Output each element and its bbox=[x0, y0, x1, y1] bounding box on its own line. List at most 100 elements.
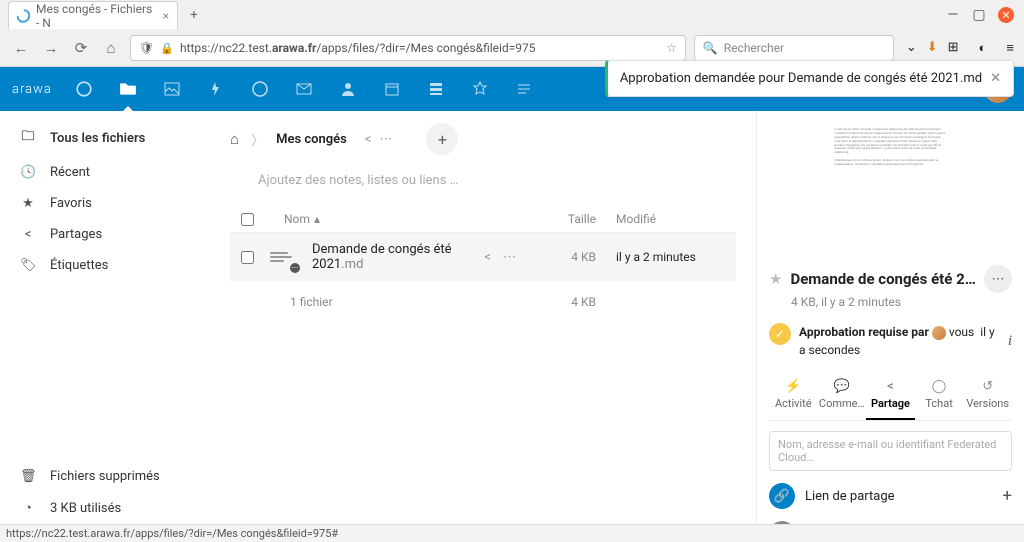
row-more-icon[interactable]: ⋯ bbox=[503, 250, 516, 265]
details-sidebar: Lorem ipsum dolor sit amet, consectetur … bbox=[756, 111, 1024, 524]
app-logo[interactable]: arawa bbox=[12, 82, 52, 97]
download-icon[interactable]: ⬇ bbox=[927, 40, 938, 56]
file-size: 4 KB bbox=[526, 250, 596, 264]
breadcrumb: ⌂ 〉 Mes congés < ⋯ + bbox=[230, 121, 736, 157]
tab-activity[interactable]: ⚡Activité bbox=[769, 373, 818, 420]
bookmark-star-icon[interactable]: ☆ bbox=[666, 41, 677, 55]
nav-home-button[interactable]: ⌂ bbox=[100, 37, 122, 59]
extension-icons: ⌄ ⬇ ⊞ ◐ ≡ bbox=[902, 40, 1014, 56]
app-mail-icon[interactable] bbox=[290, 67, 318, 111]
sidebar-title-row: ★ Demande de congés été 2021.... ⋯ bbox=[769, 265, 1012, 293]
share-link-row[interactable]: 🔗 Lien de partage + bbox=[769, 483, 1012, 509]
new-tab-button[interactable]: + bbox=[184, 5, 204, 25]
file-row[interactable]: ⋯ Demande de congés été 2021.md < ⋯ 4 KB… bbox=[230, 233, 736, 281]
ext-icon-1[interactable]: ⊞ bbox=[948, 40, 959, 56]
nav-favorites[interactable]: ★Favoris bbox=[0, 188, 209, 219]
share-others-row[interactable]: ⋯ Autres utilisateurs ayant accès bbox=[769, 521, 1012, 524]
lock-icon: 🔒 bbox=[160, 42, 174, 55]
tab-close-icon[interactable]: × bbox=[163, 9, 169, 23]
nav-tags[interactable]: 🏷 Étiquettes bbox=[0, 250, 209, 281]
clock-icon: 🕓 bbox=[20, 165, 36, 180]
nav-deleted[interactable]: 🗑Fichiers supprimés bbox=[0, 461, 209, 492]
toast-close-icon[interactable]: ✕ bbox=[990, 71, 1001, 86]
approval-user-avatar bbox=[932, 326, 946, 340]
nav-all-files[interactable]: 🗀 Tous les fichiers bbox=[0, 119, 209, 157]
versions-icon: ↺ bbox=[963, 379, 1012, 394]
new-file-button[interactable]: + bbox=[426, 123, 458, 155]
file-name[interactable]: Demande de congés été 2021.md bbox=[298, 242, 484, 272]
tab-versions[interactable]: ↺Versions bbox=[963, 373, 1012, 420]
nav-forward-button[interactable]: → bbox=[40, 37, 62, 59]
tab-share[interactable]: <Partage bbox=[866, 373, 915, 420]
nav-label: Tous les fichiers bbox=[50, 131, 145, 146]
ext-icon-2[interactable]: ◐ bbox=[979, 40, 987, 56]
breadcrumb-current[interactable]: Mes congés bbox=[276, 132, 347, 147]
row-share-icon[interactable]: < bbox=[484, 250, 491, 265]
window-maximize-icon[interactable]: ▢ bbox=[972, 8, 986, 22]
favorite-star-icon[interactable]: ★ bbox=[769, 270, 782, 288]
browser-search-input[interactable]: 🔍 Rechercher bbox=[694, 35, 894, 61]
app-dashboard-icon[interactable] bbox=[70, 67, 98, 111]
app-approval-icon[interactable] bbox=[466, 67, 494, 111]
nav-shares[interactable]: <Partages bbox=[0, 219, 209, 250]
breadcrumb-more-icon[interactable]: ⋯ bbox=[379, 132, 392, 147]
url-input[interactable]: 🛡 🔒 https://nc22.test.arawa.fr/apps/file… bbox=[130, 35, 686, 61]
file-list-area: ⌂ 〉 Mes congés < ⋯ + Ajoutez des notes, … bbox=[210, 111, 756, 524]
sidebar-tabs: ⚡Activité 💬Comme… <Partage ◯Tchat ↺Versi… bbox=[769, 373, 1012, 421]
nav-label: Fichiers supprimés bbox=[50, 469, 160, 484]
window-close-icon[interactable]: ✕ bbox=[998, 7, 1014, 23]
nav-label: 3 KB utilisés bbox=[50, 501, 121, 516]
nav-label: Étiquettes bbox=[50, 258, 108, 273]
more-icon: ⋯ bbox=[769, 521, 795, 524]
chat-icon: ◯ bbox=[915, 379, 964, 394]
app-calendar-icon[interactable] bbox=[378, 67, 406, 111]
browser-status-bar: https://nc22.test.arawa.fr/apps/files/?d… bbox=[0, 524, 1024, 542]
sidebar-subtitle: 4 KB, il y a 2 minutes bbox=[769, 295, 1012, 309]
window-controls: — ▢ ✕ bbox=[946, 7, 1024, 23]
app-notes-icon[interactable] bbox=[510, 67, 538, 111]
breadcrumb-home-icon[interactable]: ⌂ bbox=[230, 130, 239, 148]
approval-info-icon[interactable]: i bbox=[1008, 333, 1012, 350]
pocket-icon[interactable]: ⌄ bbox=[906, 40, 917, 56]
app-activity-icon[interactable] bbox=[202, 67, 230, 111]
share-search-input[interactable]: Nom, adresse e-mail ou identifiant Feder… bbox=[769, 431, 1012, 471]
app-files-icon[interactable] bbox=[114, 67, 142, 111]
search-placeholder: Rechercher bbox=[724, 41, 784, 55]
app-switcher bbox=[70, 67, 538, 111]
browser-menu-icon[interactable]: ≡ bbox=[1006, 40, 1014, 56]
select-all-checkbox[interactable] bbox=[241, 213, 254, 226]
column-size[interactable]: Taille bbox=[526, 212, 596, 226]
sidebar-filename: Demande de congés été 2021.... bbox=[790, 270, 976, 288]
comment-icon: 💬 bbox=[818, 379, 867, 394]
summary-size: 4 KB bbox=[526, 295, 596, 309]
app-contacts-icon[interactable] bbox=[334, 67, 362, 111]
column-modified[interactable]: Modifié bbox=[596, 212, 736, 226]
folder-notes-input[interactable]: Ajoutez des notes, listes ou liens … bbox=[230, 157, 736, 206]
folder-icon: 🗀 bbox=[20, 127, 36, 149]
tag-icon: 🏷 bbox=[20, 258, 36, 273]
app-talk-icon[interactable] bbox=[246, 67, 274, 111]
browser-tab[interactable]: Mes congés - Fichiers - N × bbox=[8, 1, 178, 29]
file-type-icon: ⋯ bbox=[270, 243, 298, 271]
breadcrumb-sep-icon: 〉 bbox=[251, 130, 264, 149]
link-icon: 🔗 bbox=[769, 483, 795, 509]
nav-reload-button[interactable]: ⟳ bbox=[70, 37, 92, 59]
nav-back-button[interactable]: ← bbox=[10, 37, 32, 59]
sort-asc-icon: ▴ bbox=[314, 212, 320, 226]
share-icon: < bbox=[20, 227, 36, 242]
nav-recent[interactable]: 🕓Récent bbox=[0, 157, 209, 188]
sidebar-more-button[interactable]: ⋯ bbox=[984, 265, 1012, 293]
tab-chat[interactable]: ◯Tchat bbox=[915, 373, 964, 420]
nav-label: Favoris bbox=[50, 196, 92, 211]
approval-pending-badge-icon: ⋯ bbox=[290, 263, 300, 273]
tab-comments[interactable]: 💬Comme… bbox=[818, 373, 867, 420]
row-checkbox[interactable] bbox=[241, 251, 254, 264]
app-photos-icon[interactable] bbox=[158, 67, 186, 111]
window-minimize-icon[interactable]: — bbox=[946, 8, 960, 22]
app-deck-icon[interactable] bbox=[422, 67, 450, 111]
column-name[interactable]: Nom ▴ bbox=[264, 212, 526, 226]
file-list-summary: 1 fichier 4 KB bbox=[230, 281, 736, 323]
breadcrumb-share-icon[interactable]: < bbox=[365, 132, 372, 147]
toast-text: Approbation demandée pour Demande de con… bbox=[620, 71, 982, 86]
add-share-link-icon[interactable]: + bbox=[1002, 486, 1012, 506]
